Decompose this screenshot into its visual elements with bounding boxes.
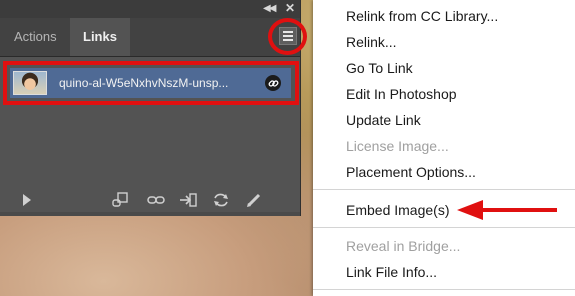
- play-icon[interactable]: [18, 191, 36, 209]
- update-link-icon[interactable]: [212, 191, 230, 209]
- panel-tab-bar: Actions Links: [0, 18, 300, 57]
- go-to-link-icon[interactable]: [147, 191, 165, 209]
- panel-bottom-toolbar: [0, 188, 300, 212]
- panel-resize-grip[interactable]: [0, 212, 300, 216]
- menu-item-license-image: License Image...: [346, 138, 449, 154]
- tab-actions[interactable]: Actions: [0, 18, 71, 56]
- menu-item-relink[interactable]: Relink...: [346, 34, 397, 50]
- links-panel: ◀◀ ✕ Actions Links quino-al-W5eNxhvNszM-…: [0, 0, 301, 216]
- panel-flyout-menu: Relink from CC Library... Relink... Go T…: [313, 0, 575, 296]
- menu-item-embed-images[interactable]: Embed Image(s): [346, 202, 449, 218]
- menu-item-update-link[interactable]: Update Link: [346, 112, 421, 128]
- menu-separator: [313, 189, 575, 190]
- menu-item-placement-options[interactable]: Placement Options...: [346, 164, 476, 180]
- embed-icon[interactable]: [179, 191, 197, 209]
- relink-from-cc-icon[interactable]: [111, 191, 129, 209]
- tab-links[interactable]: Links: [70, 18, 130, 56]
- menu-item-reveal-in-bridge: Reveal in Bridge...: [346, 238, 461, 254]
- menu-button-highlight: [268, 18, 307, 55]
- annotation-arrow: [457, 200, 557, 220]
- menu-separator: [313, 227, 575, 228]
- menu-separator: [313, 289, 575, 290]
- menu-item-edit-in-photoshop[interactable]: Edit In Photoshop: [346, 86, 457, 102]
- menu-item-link-file-info[interactable]: Link File Info...: [346, 264, 437, 280]
- link-row-highlight: [3, 61, 299, 105]
- close-icon[interactable]: ✕: [285, 2, 295, 15]
- menu-item-relink-from-cc-library[interactable]: Relink from CC Library...: [346, 8, 498, 24]
- menu-item-go-to-link[interactable]: Go To Link: [346, 60, 413, 76]
- edit-original-icon[interactable]: [245, 191, 263, 209]
- collapse-panel-icon[interactable]: ◀◀: [263, 2, 276, 15]
- panel-title-bar: ◀◀ ✕: [0, 0, 300, 18]
